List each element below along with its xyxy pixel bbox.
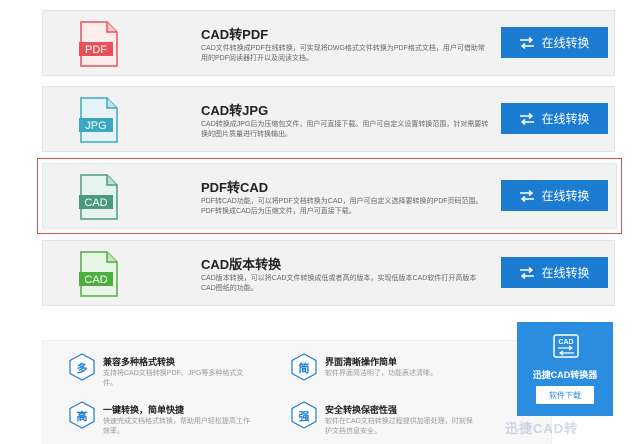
feature-description: 快速完成文档格式转换，帮助用户轻松提高工作效率。 xyxy=(103,418,250,435)
feature-description: 软件在CAD文档转换过程提供加密处理，时刻保护文档信息安全。 xyxy=(325,418,473,435)
promo-box: CAD 迅捷CAD转换器 软件下载 xyxy=(517,322,613,416)
watermark-text: 迅捷CAD转 xyxy=(505,421,579,436)
feature-title: 界面清晰操作简单 xyxy=(325,357,398,367)
card-cad-version-convert: CAD CAD版本转换 CAD版本转换，可以将CAD文件转换成低或者高的版本，实… xyxy=(42,240,615,306)
online-convert-button[interactable]: 在线转换 xyxy=(501,257,608,288)
features-panel: 多 兼容多种格式转换 支持将CAD文档转换PDF、JPG等多种格式文件。 简 界… xyxy=(42,340,552,444)
feature-item: 强 安全转换保密性强 软件在CAD文档转换过程提供加密处理，时刻保护文档信息安全… xyxy=(291,401,511,444)
pdf-icon-label: PDF xyxy=(85,44,107,56)
swap-arrows-icon xyxy=(520,36,535,49)
feature-item: 简 界面清晰操作简单 软件界面简洁明了，功能表述清晰。 xyxy=(291,353,511,403)
feature-item: 多 兼容多种格式转换 支持将CAD文档转换PDF、JPG等多种格式文件。 xyxy=(69,353,289,403)
card-title: PDF转CAD xyxy=(201,180,269,195)
card-title: CAD转PDF xyxy=(201,27,269,42)
card-description: PDF转CAD功能，可以将PDF文档转换为CAD，用户可自定义选择要转换的PDF… xyxy=(201,198,483,215)
button-label: 在线转换 xyxy=(541,189,590,203)
feature-description: 支持将CAD文档转换PDF、JPG等多种格式文件。 xyxy=(103,370,244,387)
button-label: 在线转换 xyxy=(541,112,590,126)
cad-version-icon-label: CAD xyxy=(84,274,107,286)
online-convert-button[interactable]: 在线转换 xyxy=(501,103,608,134)
cad-file-icon: CAD xyxy=(79,174,118,220)
card-inner: CAD PDF转CAD PDF转CAD功能，可以将PDF文档转换为CAD，用户可… xyxy=(42,163,617,229)
button-label: 在线转换 xyxy=(541,266,590,280)
feature-item: 高 一键转换，简单快捷 快速完成文档格式转换，帮助用户轻松提高工作效率。 xyxy=(69,401,289,444)
cad-version-file-icon: CAD xyxy=(79,251,118,297)
feature-badge-char: 多 xyxy=(76,363,88,375)
promo-logo-text: CAD xyxy=(558,339,573,346)
feature-title: 一键转换，简单快捷 xyxy=(103,405,185,415)
swap-arrows-icon xyxy=(520,189,535,202)
card-title: CAD版本转换 xyxy=(201,257,282,272)
online-convert-button[interactable]: 在线转换 xyxy=(501,27,608,58)
feature-title: 兼容多种格式转换 xyxy=(103,357,176,367)
feature-description: 软件界面简洁明了，功能表述清晰。 xyxy=(325,370,437,377)
card-pdf-to-cad: CAD PDF转CAD PDF转CAD功能，可以将PDF文档转换为CAD，用户可… xyxy=(37,158,622,234)
feature-title: 安全转换保密性强 xyxy=(325,405,398,415)
cad-icon-label: CAD xyxy=(84,197,107,209)
jpg-file-icon: JPG xyxy=(79,97,118,143)
swap-arrows-icon xyxy=(520,266,535,279)
button-label: 在线转换 xyxy=(541,36,590,50)
card-description: CAD转换成JPG后为压缩包文件，用户可直接下载。用户可自定义设置转换范围，针对… xyxy=(201,121,489,138)
online-convert-button[interactable]: 在线转换 xyxy=(501,180,608,211)
feature-badge-char: 简 xyxy=(298,363,310,375)
software-download-button[interactable]: 软件下载 xyxy=(536,386,594,404)
card-description: CAD版本转换，可以将CAD文件转换成低或者高的版本，实现低版本CAD软件打开高… xyxy=(201,275,477,292)
card-cad-to-pdf: PDF CAD转PDF CAD文件转换成PDF在线转换，可实现将DWG格式文件转… xyxy=(42,10,615,76)
swap-arrows-icon xyxy=(520,112,535,125)
card-title: CAD转JPG xyxy=(201,103,269,118)
feature-badge-char: 高 xyxy=(76,411,88,423)
jpg-icon-label: JPG xyxy=(85,120,106,132)
promo-product-name: 迅捷CAD转换器 xyxy=(532,370,598,380)
card-description: CAD文件转换成PDF在线转换，可实现将DWG格式文件转换为PDF格式文档，用户… xyxy=(201,45,485,62)
feature-badge-char: 强 xyxy=(298,411,310,423)
card-cad-to-jpg: JPG CAD转JPG CAD转换成JPG后为压缩包文件，用户可直接下载。用户可… xyxy=(42,86,615,152)
pdf-file-icon: PDF xyxy=(79,21,118,67)
cad-converter-logo-icon: CAD xyxy=(553,334,579,358)
